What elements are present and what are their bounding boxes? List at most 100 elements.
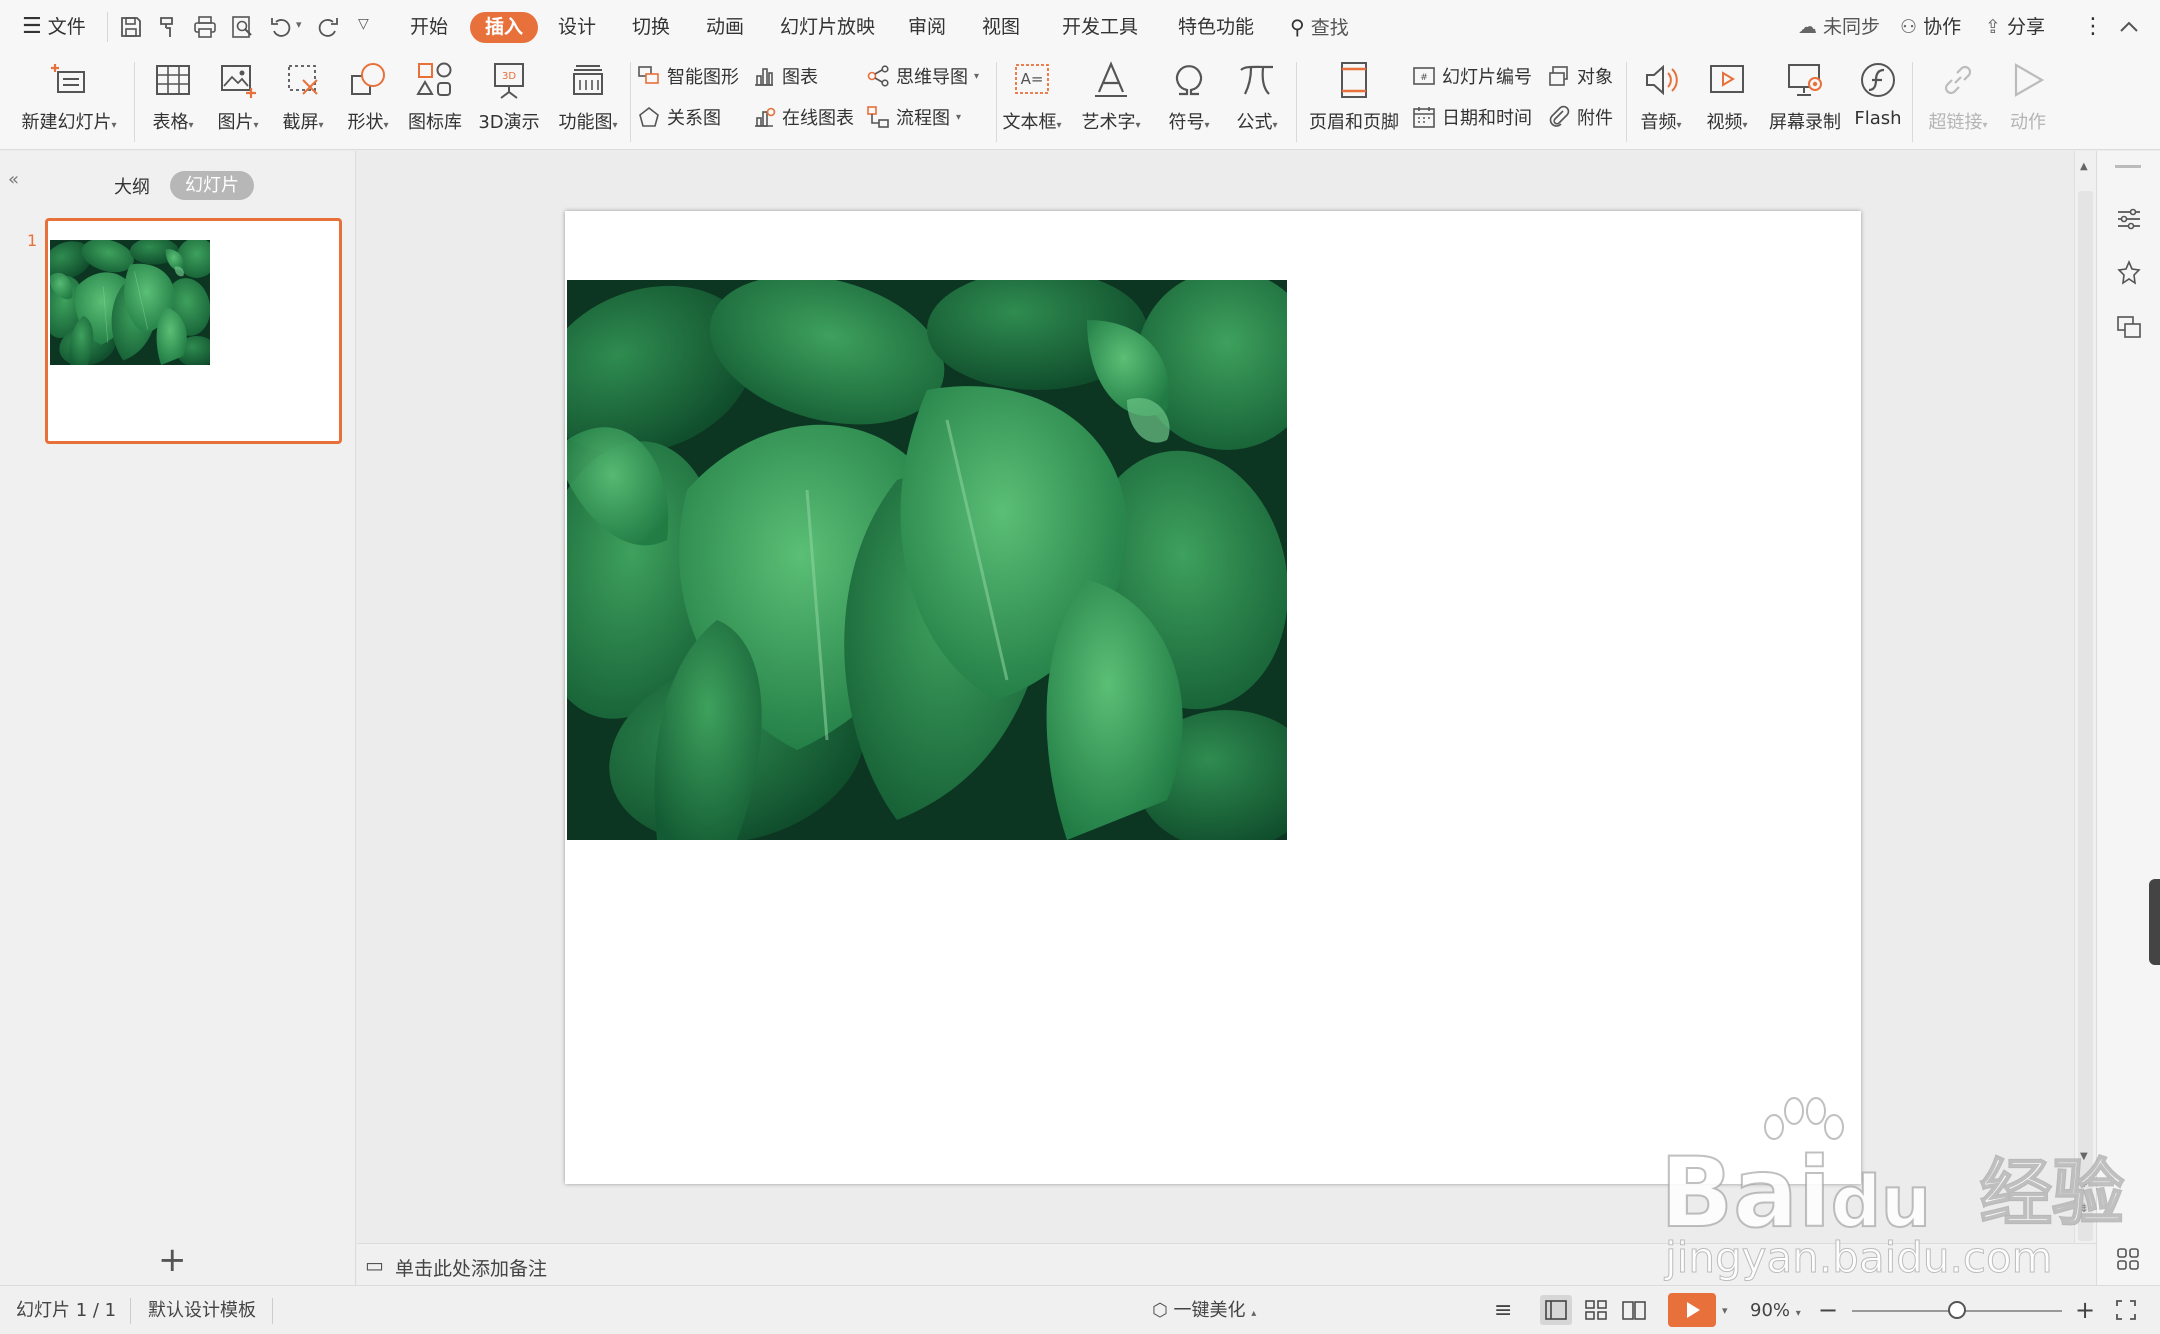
tab-view[interactable]: 视图: [982, 0, 1020, 54]
paperclip-icon: [1549, 105, 1570, 127]
video-button[interactable]: 视频▾: [1698, 60, 1756, 134]
slide-canvas[interactable]: [565, 211, 1861, 1184]
3d-demo-button[interactable]: 3D 3D演示: [474, 60, 544, 134]
date-time-button[interactable]: 日期和时间: [1412, 101, 1532, 133]
sync-status[interactable]: ☁ 未同步: [1798, 0, 1880, 54]
animation-star-icon[interactable]: [2115, 259, 2143, 287]
tab-outline[interactable]: 大纲: [114, 173, 150, 199]
scrollbar-thumb[interactable]: [2078, 191, 2093, 1241]
tab-special[interactable]: 特色功能: [1178, 0, 1254, 54]
zoom-out-button[interactable]: −: [1818, 1286, 1838, 1334]
picture-button[interactable]: 图片▾: [210, 60, 266, 134]
zoom-slider-thumb[interactable]: [1948, 1301, 1966, 1319]
wordart-button[interactable]: 艺术字▾: [1076, 60, 1146, 134]
tab-animations[interactable]: 动画: [706, 0, 744, 54]
omega-icon: [1175, 65, 1203, 96]
slide-number-button[interactable]: # 幻灯片编号: [1412, 60, 1532, 92]
formula-button[interactable]: 公式▾: [1226, 60, 1288, 134]
tab-developer[interactable]: 开发工具: [1062, 0, 1138, 54]
previous-slide-icon[interactable]: ⇞: [2079, 1176, 2089, 1190]
tab-design[interactable]: 设计: [558, 0, 596, 54]
save-icon[interactable]: [118, 14, 144, 40]
next-slide-icon[interactable]: ⇟: [2079, 1201, 2089, 1215]
beautify-label: 一键美化: [1173, 1300, 1246, 1321]
notes-toggle-icon[interactable]: ≡: [1494, 1286, 1512, 1334]
flowchart-button[interactable]: 流程图 ▾: [866, 101, 961, 133]
divider: [1912, 62, 1913, 142]
beautify-button[interactable]: ⬡ 一键美化 ▴: [1152, 1286, 1256, 1334]
textbox-button[interactable]: A= 文本框▾: [1000, 60, 1064, 134]
chart-button[interactable]: 图表: [752, 60, 818, 92]
search-button[interactable]: ⚲ 查找: [1290, 0, 1349, 55]
wordart-label: 艺术字: [1081, 112, 1136, 133]
transition-icon[interactable]: [2115, 313, 2143, 341]
collaborate-button[interactable]: ⚇ 协作: [1900, 0, 1961, 54]
collapse-ribbon-icon[interactable]: [2116, 14, 2142, 40]
tab-review[interactable]: 审阅: [908, 0, 946, 54]
speaker-icon: [1646, 64, 1678, 96]
more-options-icon[interactable]: ⋮: [2082, 0, 2104, 54]
normal-view-button[interactable]: [1540, 1295, 1572, 1325]
add-slide-button[interactable]: +: [158, 1243, 187, 1277]
zoom-level-dropdown[interactable]: 90% ▾: [1750, 1286, 1801, 1334]
new-slide-button[interactable]: 新建幻灯片▾: [14, 60, 124, 134]
slide-sorter-button[interactable]: [1580, 1295, 1612, 1325]
function-chart-icon: [573, 65, 603, 95]
mindmap-button[interactable]: 思维导图 ▾: [866, 60, 979, 92]
symbol-button[interactable]: 符号▾: [1158, 60, 1220, 134]
scroll-down-icon[interactable]: ▼: [2080, 1151, 2088, 1162]
share-button[interactable]: ⇪ 分享: [1985, 0, 2045, 54]
template-name[interactable]: 默认设计模板: [148, 1286, 256, 1334]
screen-record-button[interactable]: 屏幕录制: [1765, 60, 1845, 134]
icon-library-button[interactable]: 图标库: [405, 60, 465, 134]
tab-transitions[interactable]: 切换: [632, 0, 670, 54]
table-button[interactable]: 表格▾: [145, 60, 201, 134]
undo-dropdown-icon[interactable]: ▾: [296, 18, 302, 31]
header-footer-icon: [1341, 62, 1367, 98]
3d-demo-label: 3D演示: [478, 112, 540, 133]
play-slideshow-button[interactable]: [1668, 1293, 1716, 1327]
collapse-panel-icon[interactable]: «: [8, 169, 19, 190]
header-footer-button[interactable]: 页眉和页脚: [1304, 60, 1404, 134]
print-icon[interactable]: [192, 14, 218, 40]
grid-apps-icon[interactable]: [2115, 1246, 2141, 1272]
online-chart-button[interactable]: 在线图表: [752, 101, 854, 133]
flash-icon: [1861, 63, 1895, 97]
leaf-photo-graphic: [567, 280, 1287, 840]
print-preview-icon[interactable]: [229, 14, 255, 40]
relation-chart-button[interactable]: 关系图: [637, 101, 721, 133]
tab-insert[interactable]: 插入: [470, 12, 539, 43]
object-button[interactable]: 对象: [1547, 60, 1613, 92]
flash-button[interactable]: Flash: [1850, 60, 1906, 129]
pi-icon: [1240, 65, 1274, 95]
customize-toolbar-icon[interactable]: ▽: [358, 16, 369, 32]
properties-icon[interactable]: [2115, 205, 2143, 233]
undo-icon[interactable]: [268, 14, 294, 40]
screenshot-button[interactable]: 截屏▾: [275, 60, 331, 134]
attachment-button[interactable]: 附件: [1547, 101, 1613, 133]
file-menu[interactable]: ☰ 文件: [22, 0, 86, 54]
vertical-scrollbar[interactable]: ▲ ▼ ⇞ ⇟: [2074, 151, 2096, 1243]
notes-area[interactable]: ▭ 单击此处添加备注: [357, 1243, 2096, 1285]
function-chart-button[interactable]: 功能图▾: [553, 60, 623, 134]
slide-thumbnail[interactable]: [45, 218, 342, 444]
date-time-label: 日期和时间: [1442, 108, 1532, 129]
redo-icon[interactable]: [315, 14, 341, 40]
fit-window-icon[interactable]: [2114, 1298, 2138, 1322]
reading-view-button[interactable]: [1618, 1295, 1650, 1325]
shape-button[interactable]: 形状▾: [340, 60, 396, 134]
new-slide-label: 新建幻灯片: [21, 112, 112, 133]
tab-slideshow[interactable]: 幻灯片放映: [780, 0, 875, 54]
side-tab-handle[interactable]: [2149, 879, 2160, 965]
shape-label: 形状: [347, 112, 384, 133]
scroll-up-icon[interactable]: ▲: [2080, 161, 2088, 172]
slideshow-dropdown-icon[interactable]: ▾: [1722, 1286, 1728, 1334]
audio-button[interactable]: 音频▾: [1632, 60, 1690, 134]
leaf-photo[interactable]: [567, 280, 1287, 840]
format-painter-icon[interactable]: [155, 14, 181, 40]
online-chart-icon: [755, 107, 776, 127]
zoom-in-button[interactable]: +: [2075, 1286, 2095, 1334]
tab-home[interactable]: 开始: [410, 0, 448, 54]
smart-art-button[interactable]: 智能图形: [637, 60, 739, 92]
tab-slides[interactable]: 幻灯片: [170, 171, 254, 200]
